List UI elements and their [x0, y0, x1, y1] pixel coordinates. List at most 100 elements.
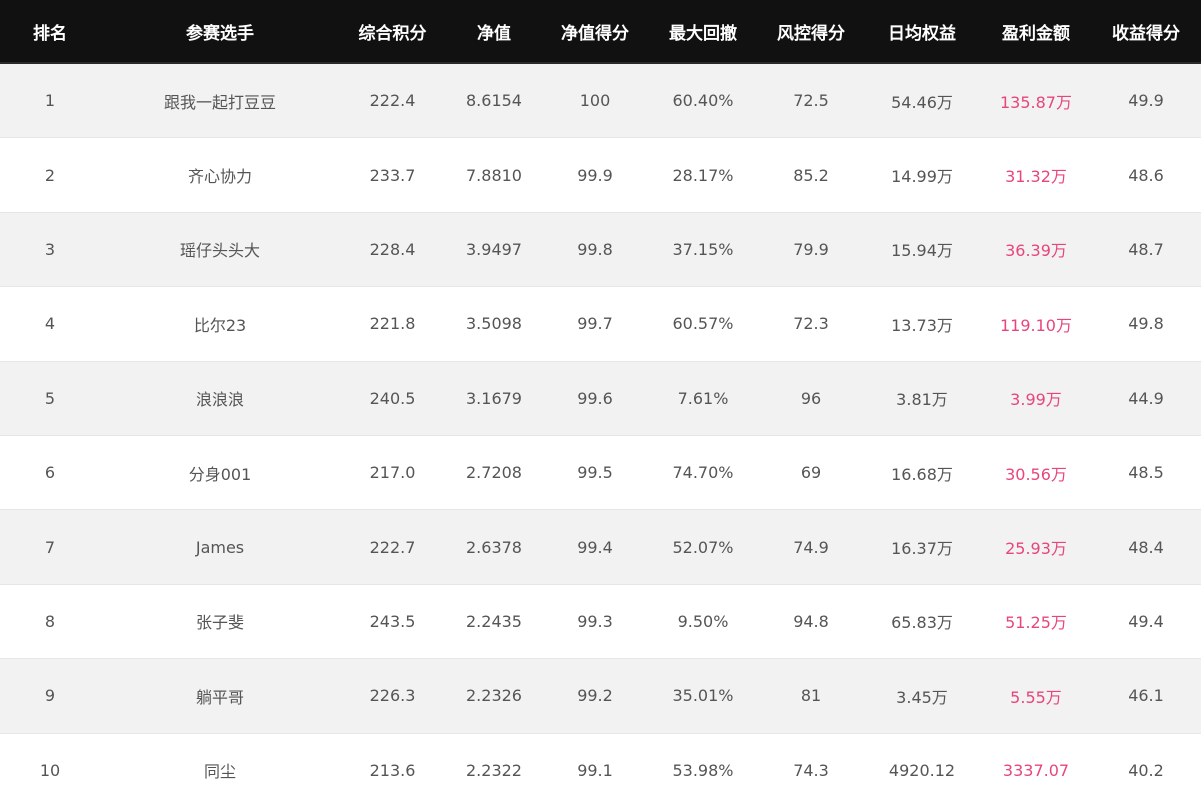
- cell-net-value-score: 99.8: [577, 239, 613, 259]
- cell-rank: 5: [44, 388, 56, 408]
- cell-max-drawdown: 53.98%: [672, 760, 734, 780]
- cell-daily-equity: 14.99万: [891, 167, 953, 187]
- cell-profit: 31.32万: [1005, 167, 1067, 187]
- cell-player: 躺平哥: [195, 687, 244, 707]
- cell-player: 同尘: [203, 762, 236, 782]
- cell-total-score: 226.3: [369, 686, 416, 706]
- cell-return-score: 48.7: [1128, 239, 1164, 259]
- header-risk-score: 风控得分: [777, 23, 845, 44]
- cell-total-score: 233.7: [369, 165, 416, 185]
- header-net-value-score: 净值得分: [561, 23, 629, 44]
- cell-risk-score: 74.3: [793, 760, 829, 780]
- cell-daily-equity: 16.37万: [891, 539, 953, 559]
- cell-daily-equity: 3.45万: [896, 687, 948, 707]
- header-profit: 盈利金额: [1002, 23, 1070, 44]
- cell-risk-score: 81: [800, 686, 822, 706]
- table-row: 4 比尔23 221.8 3.5098 99.7 60.57% 72.3 13.73万 119.…: [0, 287, 1201, 362]
- cell-net-value: 2.2435: [466, 611, 522, 631]
- cell-total-score: 222.7: [369, 537, 416, 557]
- cell-max-drawdown: 52.07%: [672, 537, 734, 557]
- table-row: 8 张子斐 243.5 2.2435 99.3 9.50% 94.8 65.83万 51.25万…: [0, 584, 1201, 660]
- cell-risk-score: 79.9: [793, 239, 829, 259]
- cell-return-score: 48.5: [1128, 463, 1164, 483]
- cell-rank: 8: [44, 611, 56, 631]
- cell-rank: 9: [44, 686, 56, 706]
- table-row: 5 浪浪浪 240.5 3.1679 99.6 7.61% 96 3.81万 3.99万 44.9: [0, 361, 1201, 436]
- cell-risk-score: 72.5: [793, 91, 829, 111]
- table-row: 6 分身001 217.0 2.7208 99.5 74.70% 69 16.68万 30.56…: [0, 435, 1201, 511]
- cell-total-score: 243.5: [369, 611, 416, 631]
- cell-profit: 3337.07: [1002, 760, 1070, 780]
- cell-return-score: 48.6: [1128, 165, 1164, 185]
- cell-net-value-score: 99.7: [577, 314, 613, 334]
- cell-risk-score: 94.8: [793, 611, 829, 631]
- cell-profit: 25.93万: [1005, 539, 1067, 559]
- header-return-score: 收益得分: [1112, 23, 1180, 44]
- cell-return-score: 49.9: [1128, 91, 1164, 111]
- cell-net-value-score: 99.5: [577, 463, 613, 483]
- cell-profit: 3.99万: [1010, 390, 1062, 410]
- cell-return-score: 49.8: [1128, 314, 1164, 334]
- cell-net-value: 8.6154: [466, 91, 522, 111]
- cell-player: 浪浪浪: [195, 390, 244, 410]
- cell-profit: 36.39万: [1005, 241, 1067, 261]
- cell-player: 齐心协力: [187, 167, 252, 187]
- cell-net-value: 2.6378: [466, 537, 522, 557]
- cell-total-score: 240.5: [369, 388, 416, 408]
- cell-profit: 135.87万: [1000, 92, 1072, 112]
- cell-max-drawdown: 28.17%: [672, 165, 734, 185]
- cell-risk-score: 96: [800, 388, 822, 408]
- cell-player: 瑶仔头头大: [179, 241, 260, 261]
- cell-max-drawdown: 37.15%: [672, 239, 734, 259]
- cell-risk-score: 72.3: [793, 314, 829, 334]
- header-daily-equity: 日均权益: [888, 23, 956, 44]
- cell-rank: 4: [44, 314, 56, 334]
- cell-net-value: 3.5098: [466, 314, 522, 334]
- header-rank: 排名: [33, 23, 67, 44]
- cell-net-value-score: 99.4: [577, 537, 613, 557]
- cell-rank: 2: [44, 165, 56, 185]
- header-max-drawdown: 最大回撤: [669, 23, 737, 44]
- cell-total-score: 213.6: [369, 760, 416, 780]
- cell-net-value: 7.8810: [466, 165, 522, 185]
- cell-profit: 51.25万: [1005, 613, 1067, 633]
- cell-max-drawdown: 60.57%: [672, 314, 734, 334]
- cell-net-value-score: 99.9: [577, 165, 613, 185]
- cell-risk-score: 85.2: [793, 165, 829, 185]
- table-row: 2 齐心协力 233.7 7.8810 99.9 28.17% 85.2 14.99万 31.3…: [0, 138, 1201, 213]
- table-row: 1 跟我一起打豆豆 222.4 8.6154 100 60.40% 72.5 54.46万 13…: [0, 64, 1201, 139]
- cell-profit: 5.55万: [1010, 687, 1062, 707]
- cell-risk-score: 74.9: [793, 537, 829, 557]
- cell-net-value: 2.7208: [466, 463, 522, 483]
- header-net-value: 净值: [477, 23, 511, 44]
- cell-net-value-score: 100: [579, 91, 611, 111]
- cell-return-score: 49.4: [1128, 611, 1164, 631]
- cell-net-value: 3.9497: [466, 239, 522, 259]
- cell-rank: 6: [44, 463, 56, 483]
- cell-max-drawdown: 7.61%: [677, 388, 729, 408]
- cell-total-score: 221.8: [369, 314, 416, 334]
- cell-return-score: 48.4: [1128, 537, 1164, 557]
- cell-daily-equity: 13.73万: [891, 315, 953, 335]
- cell-rank: 10: [39, 760, 61, 780]
- cell-daily-equity: 54.46万: [891, 92, 953, 112]
- cell-daily-equity: 4920.12: [888, 760, 956, 780]
- cell-profit: 119.10万: [1000, 315, 1072, 335]
- table-row: 7 James 222.7 2.6378 99.4 52.07% 74.9 16.37万 25.…: [0, 510, 1201, 585]
- cell-rank: 7: [44, 537, 56, 557]
- cell-player: 跟我一起打豆豆: [163, 92, 276, 112]
- cell-player: 比尔23: [193, 315, 247, 335]
- cell-max-drawdown: 35.01%: [672, 686, 734, 706]
- cell-net-value: 3.1679: [466, 388, 522, 408]
- cell-net-value-score: 99.2: [577, 686, 613, 706]
- cell-daily-equity: 15.94万: [891, 241, 953, 261]
- cell-total-score: 228.4: [369, 239, 416, 259]
- leaderboard-table: 排名 参赛选手 综合积分 净值 净值得分 最大回撤 风控得分 日均权益 盈利金额…: [0, 0, 1201, 798]
- cell-risk-score: 69: [800, 463, 822, 483]
- cell-max-drawdown: 60.40%: [672, 91, 734, 111]
- cell-net-value: 2.2322: [466, 760, 522, 780]
- cell-net-value-score: 99.1: [577, 760, 613, 780]
- cell-max-drawdown: 9.50%: [677, 611, 729, 631]
- table-body: 1 跟我一起打豆豆 222.4 8.6154 100 60.40% 72.5 54.46万 13…: [0, 64, 1201, 798]
- cell-player: 分身001: [188, 464, 252, 484]
